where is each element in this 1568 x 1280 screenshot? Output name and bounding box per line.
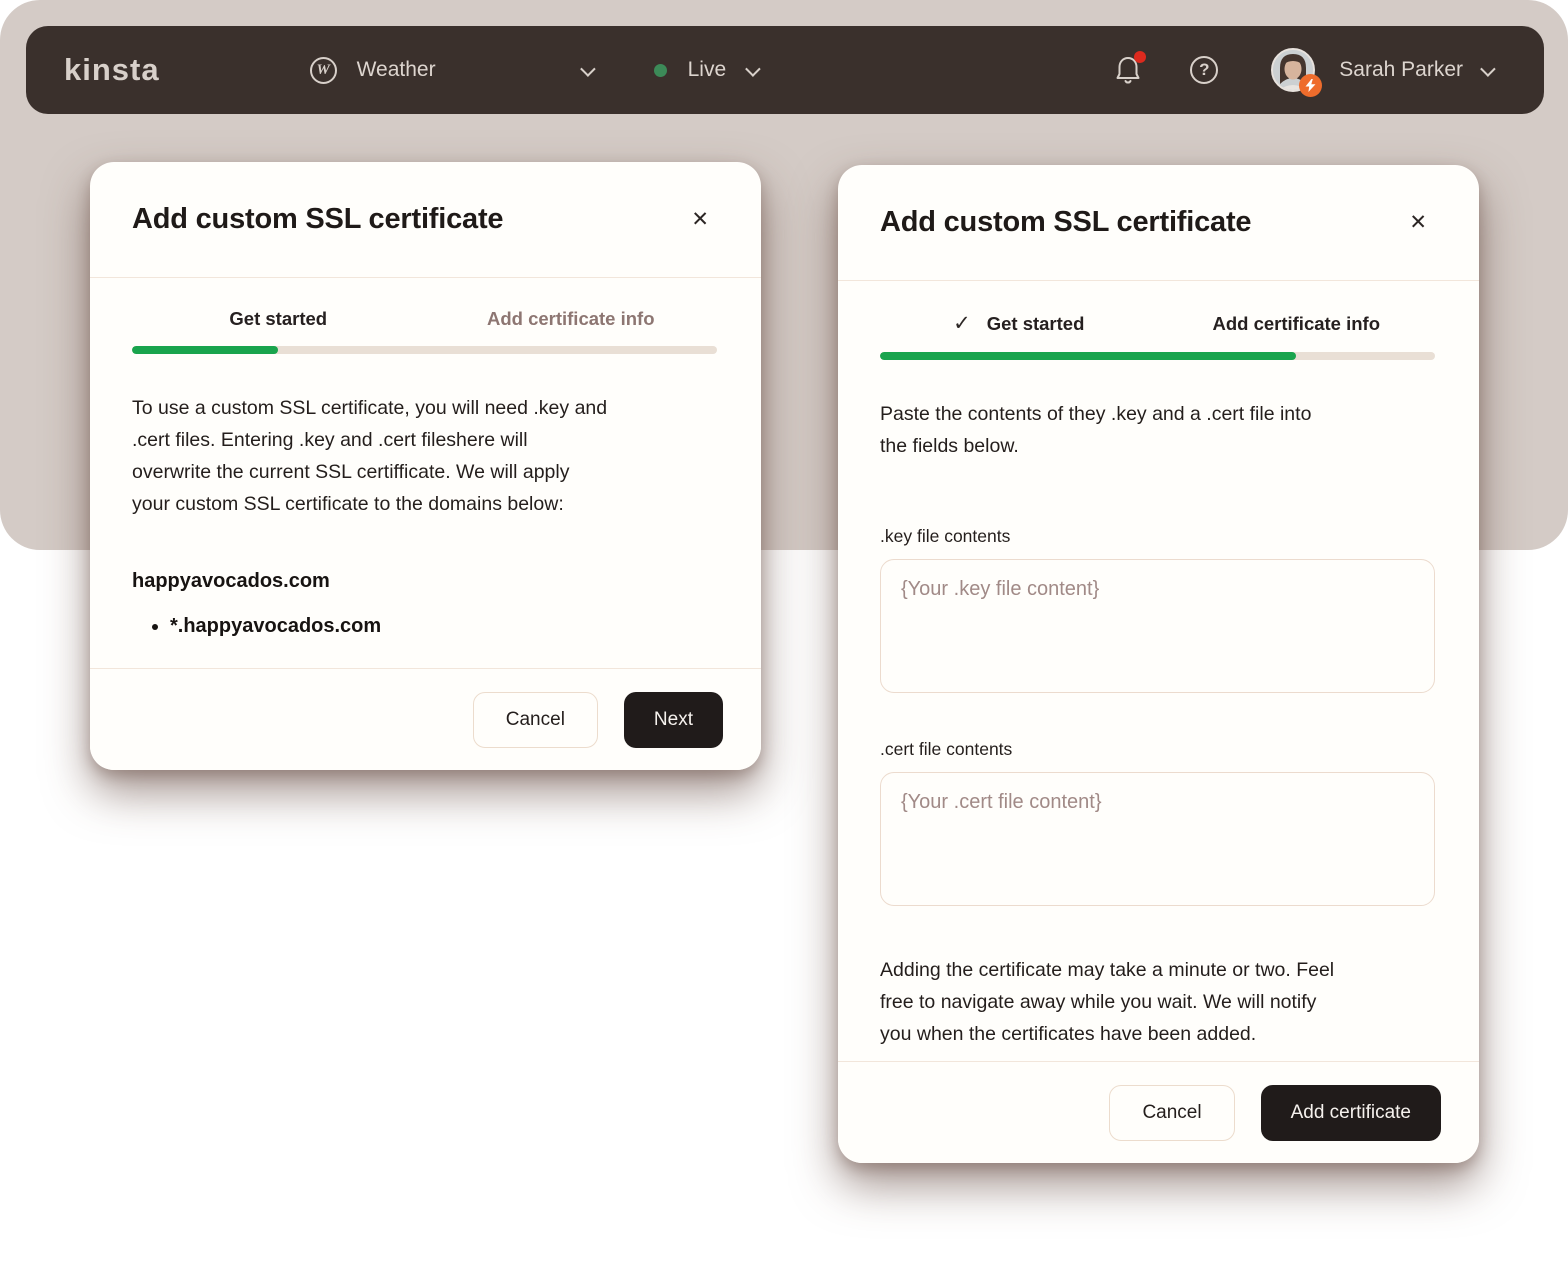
user-name-label: Sarah Parker [1339,58,1463,82]
kinsta-logo: kinsta [64,52,160,88]
cancel-button[interactable]: Cancel [1109,1085,1234,1141]
check-icon: ✓ [953,311,971,336]
tab-label: Add certificate info [1212,313,1380,335]
ssl-modal-step2: Add custom SSL certificate ✕ ✓ Get start… [838,165,1479,1163]
domain-name: happyavocados.com [132,570,717,593]
step-tabs: Get started Add certificate info [132,308,717,330]
progress-bar [880,352,1435,360]
modal-body: Get started Add certificate info To use … [90,308,761,645]
progress-fill [132,346,278,354]
step-tabs: ✓ Get started Add certificate info [880,311,1435,336]
lightning-badge-icon [1299,74,1322,97]
question-mark-icon: ? [1190,56,1218,84]
subdomain-item: *.happyavocados.com [170,607,717,645]
modal-footer: Cancel Next [90,668,761,770]
modal-header: Add custom SSL certificate ✕ [90,162,761,278]
environment-selector[interactable]: Live [654,58,758,82]
modal-description: To use a custom SSL certificate, you wil… [132,392,717,520]
key-file-label: .key file contents [880,526,1435,547]
navbar-right-cluster: ? Sarah Parke [1113,48,1492,92]
modal-title: Add custom SSL certificate [132,203,687,236]
user-avatar[interactable] [1271,48,1315,92]
page: kinsta W Weather Live ? [0,0,1568,1280]
modal-header: Add custom SSL certificate ✕ [838,165,1479,281]
tab-get-started[interactable]: ✓ Get started [880,311,1158,336]
modal-body: ✓ Get started Add certificate info Paste… [838,311,1479,1050]
progress-bar [132,346,717,354]
chevron-down-icon[interactable] [1480,61,1496,77]
tab-add-certificate-info[interactable]: Add certificate info [425,308,718,330]
add-certificate-button[interactable]: Add certificate [1261,1085,1441,1141]
modal-note: Adding the certificate may take a minute… [880,954,1435,1050]
help-button[interactable]: ? [1189,55,1219,85]
key-file-input[interactable] [880,559,1435,693]
progress-fill [880,352,1296,360]
site-selector[interactable]: W Weather [310,57,592,84]
chevron-down-icon [745,61,761,77]
tab-label: Get started [987,313,1085,335]
notifications-button[interactable] [1113,54,1143,86]
subdomain-list: *.happyavocados.com [132,607,717,645]
modal-footer: Cancel Add certificate [838,1061,1479,1163]
notification-badge-dot [1134,51,1146,63]
site-selector-label: Weather [357,58,436,82]
tab-label: Get started [229,308,327,330]
tab-add-certificate-info[interactable]: Add certificate info [1158,311,1436,336]
close-icon[interactable]: ✕ [687,205,713,234]
ssl-modal-step1: Add custom SSL certificate ✕ Get started… [90,162,761,770]
live-status-dot-icon [654,64,667,77]
cert-file-label: .cert file contents [880,739,1435,760]
close-icon[interactable]: ✕ [1405,208,1431,237]
tab-label: Add certificate info [487,308,655,330]
environment-label: Live [688,58,727,82]
next-button[interactable]: Next [624,692,723,748]
modal-intro: Paste the contents of they .key and a .c… [880,398,1435,462]
tab-get-started[interactable]: Get started [132,308,425,330]
cancel-button[interactable]: Cancel [473,692,598,748]
chevron-down-icon [580,61,596,77]
modal-title: Add custom SSL certificate [880,206,1405,239]
top-navbar: kinsta W Weather Live ? [26,26,1544,114]
cert-file-input[interactable] [880,772,1435,906]
wordpress-icon: W [310,57,337,84]
